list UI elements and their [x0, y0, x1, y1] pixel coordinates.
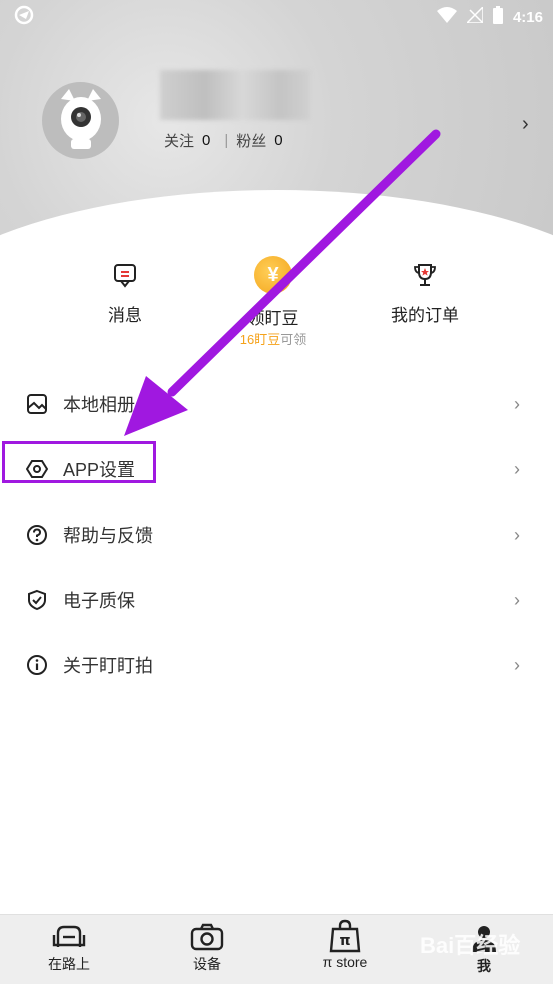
tab-device-label: 设备 [193, 956, 221, 972]
tab-on-road-label: 在路上 [48, 956, 90, 972]
tab-device[interactable]: 设备 [162, 915, 252, 984]
shopping-bag-icon: π [329, 919, 361, 953]
annotation-arrow-icon [124, 129, 441, 436]
svg-text:π: π [339, 933, 350, 949]
car-seat-icon [52, 925, 86, 947]
tab-pi-store[interactable]: π π store [300, 915, 390, 984]
watermark: Bai百经验 [420, 933, 521, 958]
tab-pi-store-label: π store [322, 954, 368, 970]
camera-icon [190, 923, 224, 951]
tab-on-road[interactable]: 在路上 [24, 915, 114, 984]
